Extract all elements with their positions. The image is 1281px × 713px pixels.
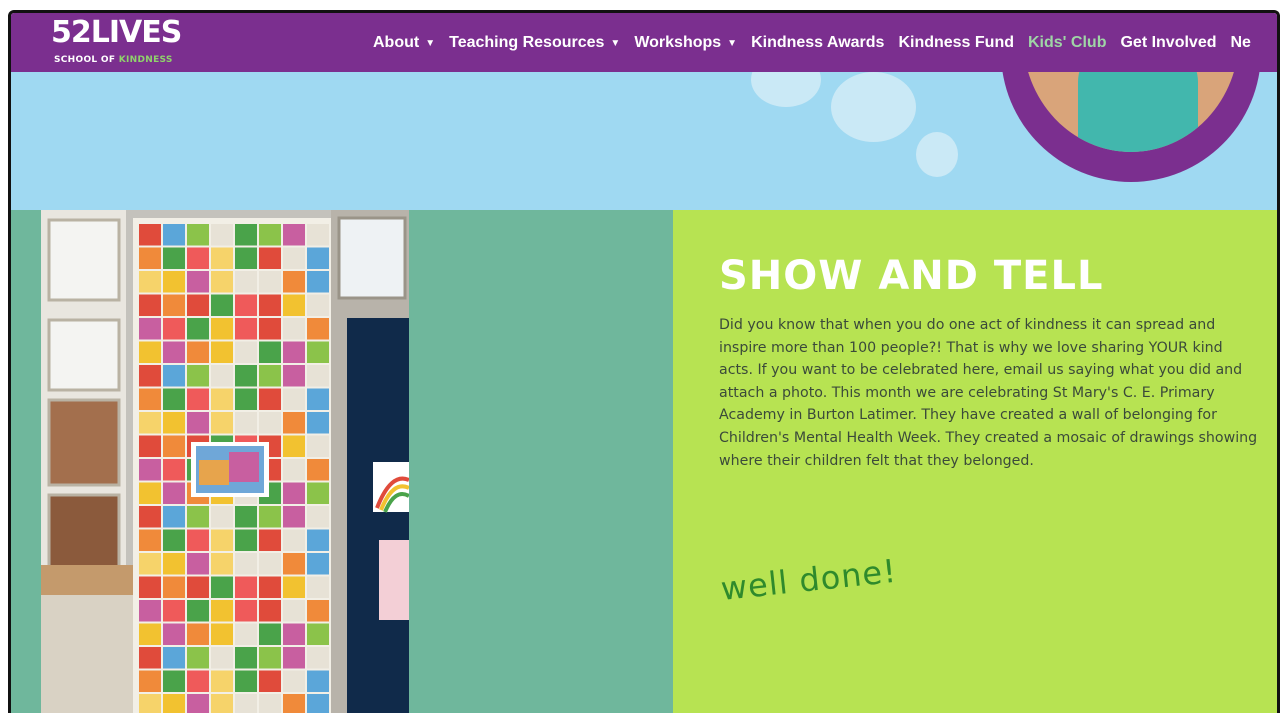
chevron-down-icon[interactable]: ▼	[727, 29, 737, 59]
logo-wordmark: 52LIVES	[51, 15, 182, 50]
section-body-text: Did you know that when you do one act of…	[719, 317, 1258, 469]
nav-item-label: Workshops	[634, 34, 722, 51]
chevron-down-icon[interactable]: ▼	[610, 29, 620, 59]
nav-item-teaching-resources[interactable]: Teaching Resources ▼	[449, 28, 620, 60]
site-logo[interactable]: 52LIVES SCHOOL OF KINDNESS	[51, 15, 191, 70]
hero-banner	[11, 72, 1277, 210]
browser-viewport: 52LIVES SCHOOL OF KINDNESS About ▼ Teachin…	[8, 10, 1280, 713]
nav-item-kids-club[interactable]: Kids' Club	[1028, 28, 1106, 58]
show-and-tell-panel: SHOW AND TELL Did you know that when you…	[673, 210, 1277, 713]
show-and-tell-section: SHOW AND TELL Did you know that when you…	[11, 210, 1277, 713]
mosaic-wall-photo	[41, 210, 409, 713]
profile-photo	[1023, 72, 1239, 152]
nav-item-workshops[interactable]: Workshops ▼	[634, 28, 737, 60]
section-heading: SHOW AND TELL	[719, 253, 1104, 299]
nav-item-kindness-fund[interactable]: Kindness Fund	[898, 28, 1014, 58]
nav-item-label: Kindness Awards	[751, 34, 885, 51]
main-nav: About ▼ Teaching Resources ▼ Workshops ▼ Kindn…	[373, 28, 1265, 58]
cloud-decoration	[751, 72, 821, 107]
nav-item-label: Kids' Club	[1028, 34, 1107, 51]
well-done-signoff: well done!	[719, 551, 899, 608]
nav-item-ne[interactable]: Ne	[1231, 28, 1251, 58]
nav-item-label: Get Involved	[1120, 34, 1217, 51]
nav-item-get-involved[interactable]: Get Involved	[1120, 28, 1216, 58]
profile-photo-ring	[1001, 72, 1261, 182]
nav-item-about[interactable]: About ▼	[373, 28, 435, 60]
nav-item-label: About	[373, 34, 420, 51]
nav-item-kindness-awards[interactable]: Kindness Awards	[751, 28, 884, 58]
cloud-decoration	[831, 72, 916, 142]
cloud-decoration	[916, 132, 958, 177]
nav-item-label: Teaching Resources	[449, 34, 605, 51]
chevron-down-icon[interactable]: ▼	[425, 29, 435, 59]
photo-panel	[11, 210, 673, 713]
nav-item-label: Kindness Fund	[898, 34, 1014, 51]
mosaic-wall-image	[41, 210, 409, 713]
logo-tagline: SCHOOL OF KINDNESS	[54, 55, 173, 65]
nav-item-label: Ne	[1230, 34, 1251, 51]
site-header: 52LIVES SCHOOL OF KINDNESS About ▼ Teachin…	[11, 13, 1277, 72]
